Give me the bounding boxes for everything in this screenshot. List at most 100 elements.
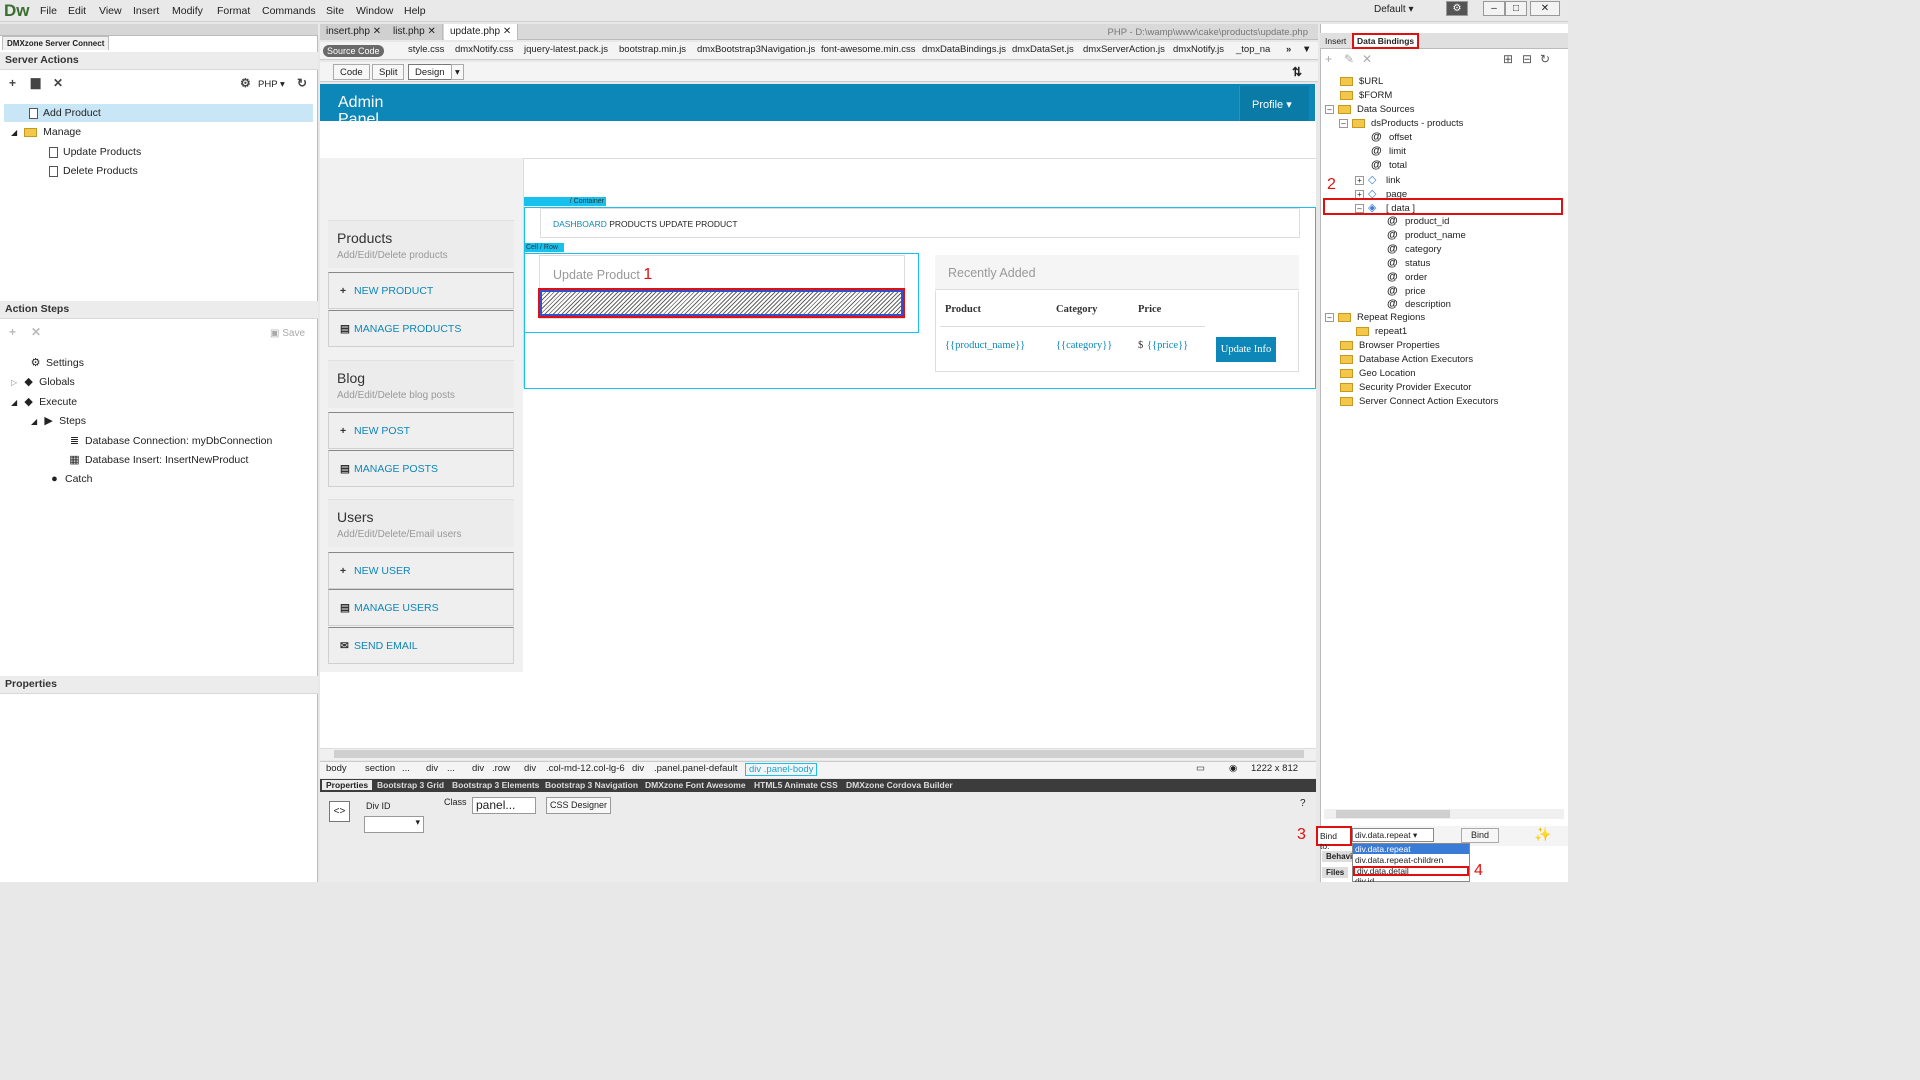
related-file[interactable]: _top_na bbox=[1236, 44, 1270, 55]
maximize-button[interactable]: □ bbox=[1505, 1, 1527, 16]
close-button[interactable]: ✕ bbox=[1530, 1, 1560, 16]
link-manage-products[interactable]: ▤ MANAGE PRODUCTS bbox=[328, 310, 514, 347]
action-delete-products[interactable]: Delete Products bbox=[49, 165, 138, 177]
related-file[interactable]: style.css bbox=[408, 44, 444, 55]
delete-icon[interactable]: ✕ bbox=[53, 76, 63, 90]
binding-description[interactable]: @ description bbox=[1387, 298, 1451, 310]
related-file[interactable]: dmxServerAction.js bbox=[1083, 44, 1165, 55]
collapse-icon[interactable]: – bbox=[1355, 204, 1364, 213]
menu-insert[interactable]: Insert bbox=[133, 5, 159, 17]
binding-link[interactable]: + ◇ link bbox=[1355, 173, 1400, 186]
related-file[interactable]: dmxDataSet.js bbox=[1012, 44, 1074, 55]
related-file[interactable]: dmxBootstrap3Navigation.js bbox=[697, 44, 815, 55]
update-info-button[interactable]: Update Info bbox=[1216, 337, 1276, 362]
tab-insert[interactable]: Insert bbox=[1325, 36, 1346, 46]
folder-icon[interactable]: ▆ bbox=[31, 75, 40, 89]
tag-item[interactable]: ... bbox=[402, 763, 410, 774]
link-manage-posts[interactable]: ▤ MANAGE POSTS bbox=[328, 450, 514, 487]
binding-price[interactable]: @ price bbox=[1387, 285, 1426, 297]
collapse-icon[interactable]: – bbox=[1325, 313, 1334, 322]
binding-offset[interactable]: @ offset bbox=[1371, 131, 1412, 143]
tab-font-awesome[interactable]: DMXzone Font Awesome bbox=[645, 780, 746, 790]
related-file[interactable]: dmxNotify.js bbox=[1173, 44, 1224, 55]
tab-update-php[interactable]: update.php ✕ bbox=[444, 24, 519, 40]
view-dropdown-icon[interactable]: ▾ bbox=[451, 64, 464, 80]
binding-product-name[interactable]: @ product_name bbox=[1387, 229, 1466, 241]
container-tag[interactable]: / Container bbox=[524, 197, 606, 206]
binding-dsproducts[interactable]: – dsProducts - products bbox=[1339, 118, 1463, 129]
binding-product-id[interactable]: @ product_id bbox=[1387, 215, 1449, 227]
action-update-products[interactable]: Update Products bbox=[49, 146, 141, 158]
collapse-all-icon[interactable]: ⊟ bbox=[1522, 52, 1532, 66]
bind-button[interactable]: Bind bbox=[1461, 828, 1499, 843]
panel-body-placeholder[interactable] bbox=[538, 288, 905, 318]
menu-modify[interactable]: Modify bbox=[172, 5, 203, 17]
binding-form[interactable]: $FORM bbox=[1340, 90, 1392, 101]
design-view-button[interactable]: Design bbox=[408, 64, 452, 80]
window-size[interactable]: 1222 x 812 bbox=[1251, 763, 1298, 774]
refresh-icon[interactable]: ↻ bbox=[297, 76, 307, 90]
collapse-icon[interactable]: – bbox=[1325, 105, 1334, 114]
binding-security-provider[interactable]: Security Provider Executor bbox=[1340, 382, 1471, 393]
tag-item[interactable]: body bbox=[326, 763, 347, 774]
tag-item[interactable]: section bbox=[365, 763, 395, 774]
option-data-detail[interactable]: div.data.detail bbox=[1353, 866, 1469, 876]
tab-animate-css[interactable]: HTML5 Animate CSS bbox=[754, 780, 838, 790]
binding-category[interactable]: @ category bbox=[1387, 243, 1441, 255]
profile-menu[interactable]: Profile ▾ bbox=[1239, 86, 1309, 121]
step-catch[interactable]: ● Catch bbox=[49, 473, 92, 485]
binding-repeat1[interactable]: repeat1 bbox=[1356, 326, 1407, 337]
link-new-product[interactable]: + NEW PRODUCT bbox=[328, 272, 514, 309]
link-manage-users[interactable]: ▤ MANAGE USERS bbox=[328, 589, 514, 626]
menu-help[interactable]: Help bbox=[404, 5, 426, 17]
link-new-post[interactable]: + NEW POST bbox=[328, 412, 514, 449]
step-execute[interactable]: ◢ ◆ Execute bbox=[11, 395, 77, 408]
binding-repeat-regions[interactable]: – Repeat Regions bbox=[1325, 312, 1425, 323]
tab-insert-php[interactable]: insert.php ✕ bbox=[320, 24, 389, 40]
step-db-insert[interactable]: ▦ Database Insert: InsertNewProduct bbox=[69, 453, 248, 466]
step-settings[interactable]: ⚙ Settings bbox=[30, 356, 84, 369]
option-data-repeat[interactable]: div.data.repeat bbox=[1353, 844, 1469, 854]
bind-to-select[interactable]: div.data.repeat ▾ bbox=[1352, 828, 1434, 842]
close-icon[interactable]: ✕ bbox=[373, 26, 381, 37]
tab-list-php[interactable]: list.php ✕ bbox=[387, 24, 443, 40]
menu-commands[interactable]: Commands bbox=[262, 5, 316, 17]
class-select[interactable]: panel... bbox=[472, 797, 536, 814]
tag-item[interactable]: div bbox=[632, 763, 644, 774]
device-preview-icon[interactable]: ▭ bbox=[1196, 763, 1205, 774]
tag-item[interactable]: div bbox=[426, 763, 438, 774]
expand-icon[interactable]: + bbox=[1355, 176, 1364, 185]
refresh-icon[interactable]: ↻ bbox=[1540, 52, 1550, 66]
sort-icon[interactable]: ⇅ bbox=[1292, 65, 1302, 79]
delete-step-icon[interactable]: ✕ bbox=[31, 325, 41, 339]
workspace-switcher[interactable]: Default ▾ bbox=[1374, 4, 1414, 15]
related-file[interactable]: jquery-latest.pack.js bbox=[524, 44, 608, 55]
menu-edit[interactable]: Edit bbox=[68, 5, 86, 17]
step-db-connection[interactable]: ≣ Database Connection: myDbConnection bbox=[69, 434, 272, 447]
expand-all-icon[interactable]: ⊞ bbox=[1503, 52, 1513, 66]
tag-item[interactable]: .panel.panel-default bbox=[654, 763, 737, 774]
tab-bs3-navigation[interactable]: Bootstrap 3 Navigation bbox=[545, 780, 638, 790]
cell-row-tag[interactable]: Cell / Row bbox=[524, 243, 564, 252]
split-view-button[interactable]: Split bbox=[372, 64, 405, 80]
filter-icon[interactable]: ▼ bbox=[1302, 44, 1311, 55]
edit-binding-icon[interactable]: ✎ bbox=[1344, 52, 1354, 66]
close-icon[interactable]: ✕ bbox=[503, 26, 511, 37]
tab-cordova[interactable]: DMXzone Cordova Builder bbox=[846, 780, 953, 790]
tag-item-current[interactable]: div .panel-body bbox=[745, 763, 818, 776]
tab-bs3-grid[interactable]: Bootstrap 3 Grid bbox=[377, 780, 444, 790]
binding-data-sources[interactable]: – Data Sources bbox=[1325, 104, 1415, 115]
source-code-button[interactable]: Source Code bbox=[323, 45, 384, 57]
add-binding-icon[interactable]: + bbox=[1325, 52, 1332, 66]
code-view-button[interactable]: Code bbox=[333, 64, 370, 80]
binding-status[interactable]: @ status bbox=[1387, 257, 1430, 269]
close-icon[interactable]: ✕ bbox=[427, 26, 435, 37]
tab-bs3-elements[interactable]: Bootstrap 3 Elements bbox=[452, 780, 539, 790]
tag-item[interactable]: div bbox=[472, 763, 484, 774]
binding-total[interactable]: @ total bbox=[1371, 159, 1407, 171]
step-steps[interactable]: ◢ ▶ Steps bbox=[31, 414, 86, 427]
binding-data-array[interactable]: – ◈ [ data ] bbox=[1355, 201, 1415, 214]
binding-order[interactable]: @ order bbox=[1387, 271, 1427, 283]
scrollbar-thumb[interactable] bbox=[334, 750, 1304, 758]
related-file[interactable]: bootstrap.min.js bbox=[619, 44, 686, 55]
